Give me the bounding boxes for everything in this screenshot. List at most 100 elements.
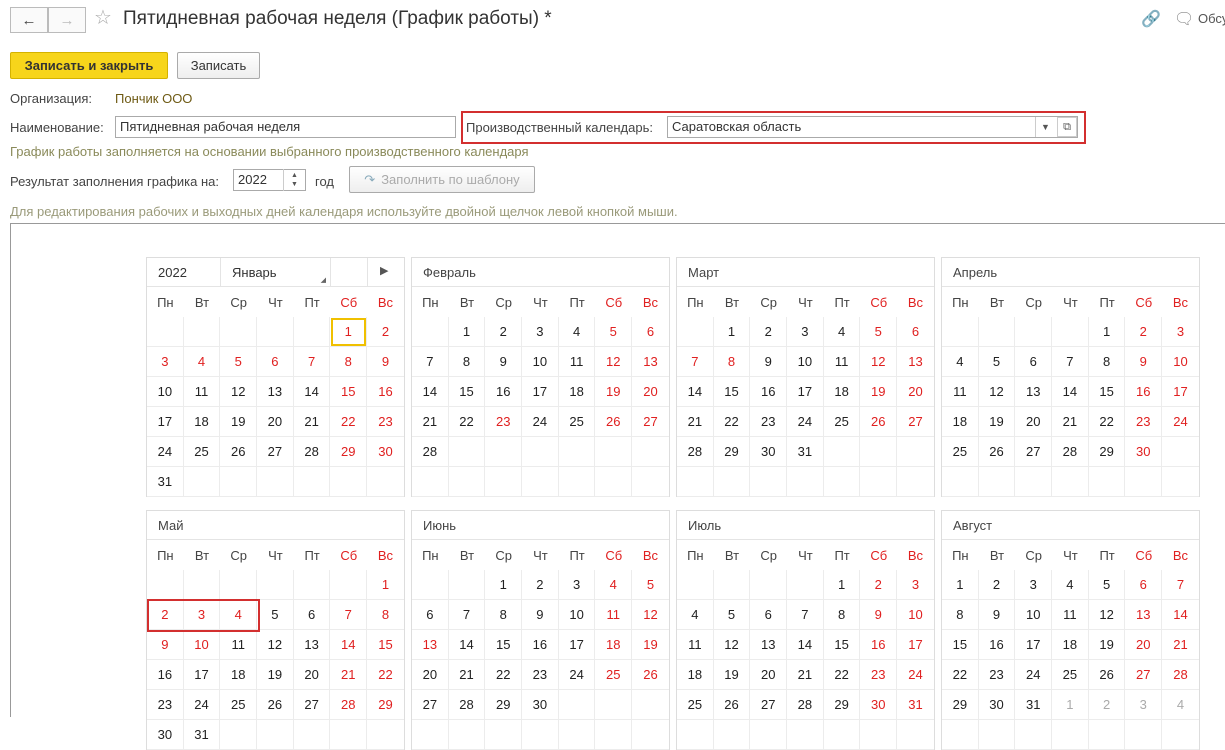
day-cell[interactable]: 29 — [823, 690, 861, 720]
day-cell[interactable]: 17 — [522, 377, 559, 407]
day-cell[interactable]: 12 — [632, 600, 669, 630]
day-cell[interactable]: 18 — [220, 660, 258, 690]
day-cell[interactable]: 5 — [257, 600, 294, 630]
day-cell[interactable]: 11 — [220, 630, 258, 660]
day-cell[interactable]: 7 — [1162, 570, 1199, 600]
day-cell[interactable]: 26 — [713, 690, 751, 720]
day-cell[interactable]: 5 — [713, 600, 751, 630]
day-cell[interactable]: 10 — [897, 600, 934, 630]
day-cell[interactable]: 24 — [1162, 407, 1199, 437]
day-cell[interactable]: 25 — [558, 407, 596, 437]
day-cell[interactable]: 24 — [522, 407, 559, 437]
day-cell[interactable]: 4 — [558, 317, 596, 347]
day-cell[interactable]: 6 — [897, 317, 934, 347]
day-cell[interactable]: 20 — [897, 377, 934, 407]
day-cell[interactable]: 7 — [330, 600, 368, 630]
day-cell[interactable]: 16 — [978, 630, 1016, 660]
day-cell[interactable]: 13 — [897, 347, 934, 377]
day-cell[interactable]: 2 — [978, 570, 1016, 600]
day-cell[interactable]: 9 — [367, 347, 404, 377]
day-cell[interactable]: 24 — [787, 407, 824, 437]
day-cell[interactable]: 5 — [860, 317, 898, 347]
day-cell[interactable]: 30 — [1125, 437, 1163, 467]
day-cell[interactable]: 13 — [412, 630, 449, 660]
day-cell[interactable]: 12 — [713, 630, 751, 660]
day-cell[interactable]: 25 — [595, 660, 633, 690]
day-cell[interactable]: 12 — [860, 347, 898, 377]
day-cell[interactable]: 24 — [1015, 660, 1053, 690]
day-cell[interactable]: 22 — [713, 407, 751, 437]
day-cell[interactable]: 11 — [677, 630, 714, 660]
day-cell[interactable]: 27 — [897, 407, 934, 437]
day-cell[interactable]: 25 — [220, 690, 258, 720]
day-cell[interactable]: 11 — [942, 377, 979, 407]
next-month-day-cell[interactable]: 3 — [1125, 690, 1163, 720]
day-cell[interactable]: 12 — [595, 347, 633, 377]
day-cell[interactable]: 5 — [595, 317, 633, 347]
day-cell[interactable]: 9 — [750, 347, 788, 377]
day-cell[interactable]: 28 — [412, 437, 449, 467]
day-cell[interactable]: 19 — [713, 660, 751, 690]
day-cell[interactable]: 31 — [787, 437, 824, 467]
day-cell[interactable]: 26 — [978, 437, 1016, 467]
next-month-day-cell[interactable]: 4 — [1162, 690, 1199, 720]
day-cell[interactable]: 19 — [1088, 630, 1126, 660]
day-cell[interactable]: 7 — [293, 347, 331, 377]
day-cell[interactable]: 28 — [330, 690, 368, 720]
day-cell[interactable]: 22 — [1088, 407, 1126, 437]
day-cell[interactable]: 8 — [330, 347, 368, 377]
day-cell[interactable]: 21 — [412, 407, 449, 437]
day-cell[interactable]: 23 — [485, 407, 523, 437]
day-cell[interactable]: 5 — [1088, 570, 1126, 600]
day-cell[interactable]: 30 — [750, 437, 788, 467]
day-cell[interactable]: 20 — [1015, 407, 1053, 437]
day-cell[interactable]: 30 — [367, 437, 404, 467]
day-cell[interactable]: 11 — [558, 347, 596, 377]
day-cell[interactable]: 18 — [677, 660, 714, 690]
day-cell[interactable]: 2 — [522, 570, 559, 600]
day-cell[interactable]: 16 — [485, 377, 523, 407]
fill-by-template-button[interactable]: ↷ Заполнить по шаблону — [349, 166, 535, 193]
day-cell[interactable]: 28 — [787, 690, 824, 720]
day-cell[interactable]: 15 — [1088, 377, 1126, 407]
day-cell[interactable]: 14 — [677, 377, 714, 407]
year-spinner[interactable]: ▲ ▼ — [283, 169, 305, 191]
day-cell[interactable]: 19 — [632, 630, 669, 660]
next-month-icon[interactable]: ▶ — [380, 264, 388, 277]
day-cell[interactable]: 26 — [220, 437, 258, 467]
day-cell[interactable]: 21 — [330, 660, 368, 690]
day-cell[interactable]: 20 — [632, 377, 669, 407]
day-cell[interactable]: 30 — [860, 690, 898, 720]
day-cell[interactable]: 31 — [897, 690, 934, 720]
day-cell[interactable]: 1 — [823, 570, 861, 600]
day-cell[interactable]: 3 — [897, 570, 934, 600]
day-cell[interactable]: 16 — [147, 660, 184, 690]
day-cell[interactable]: 10 — [183, 630, 221, 660]
day-cell[interactable]: 11 — [183, 377, 221, 407]
day-cell[interactable]: 22 — [448, 407, 486, 437]
day-cell[interactable]: 27 — [632, 407, 669, 437]
day-cell[interactable]: 13 — [257, 377, 294, 407]
day-cell[interactable]: 25 — [183, 437, 221, 467]
day-cell[interactable]: 10 — [1015, 600, 1053, 630]
day-cell[interactable]: 6 — [750, 600, 788, 630]
day-cell[interactable]: 21 — [677, 407, 714, 437]
day-cell[interactable]: 7 — [677, 347, 714, 377]
day-cell[interactable]: 14 — [293, 377, 331, 407]
day-cell[interactable]: 7 — [787, 600, 824, 630]
day-cell[interactable]: 16 — [750, 377, 788, 407]
day-cell[interactable]: 24 — [558, 660, 596, 690]
day-cell[interactable]: 28 — [1052, 437, 1089, 467]
day-cell[interactable]: 31 — [183, 720, 221, 750]
day-cell[interactable]: 24 — [147, 437, 184, 467]
day-cell[interactable]: 19 — [978, 407, 1016, 437]
day-cell[interactable]: 21 — [1052, 407, 1089, 437]
month-selector[interactable]: Январь ◢ — [220, 258, 331, 287]
day-cell[interactable]: 4 — [595, 570, 633, 600]
day-cell[interactable]: 13 — [750, 630, 788, 660]
day-cell[interactable]: 27 — [750, 690, 788, 720]
day-cell[interactable]: 17 — [147, 407, 184, 437]
day-cell[interactable]: 28 — [1162, 660, 1199, 690]
day-cell[interactable]: 14 — [1162, 600, 1199, 630]
day-cell[interactable]: 1 — [448, 317, 486, 347]
